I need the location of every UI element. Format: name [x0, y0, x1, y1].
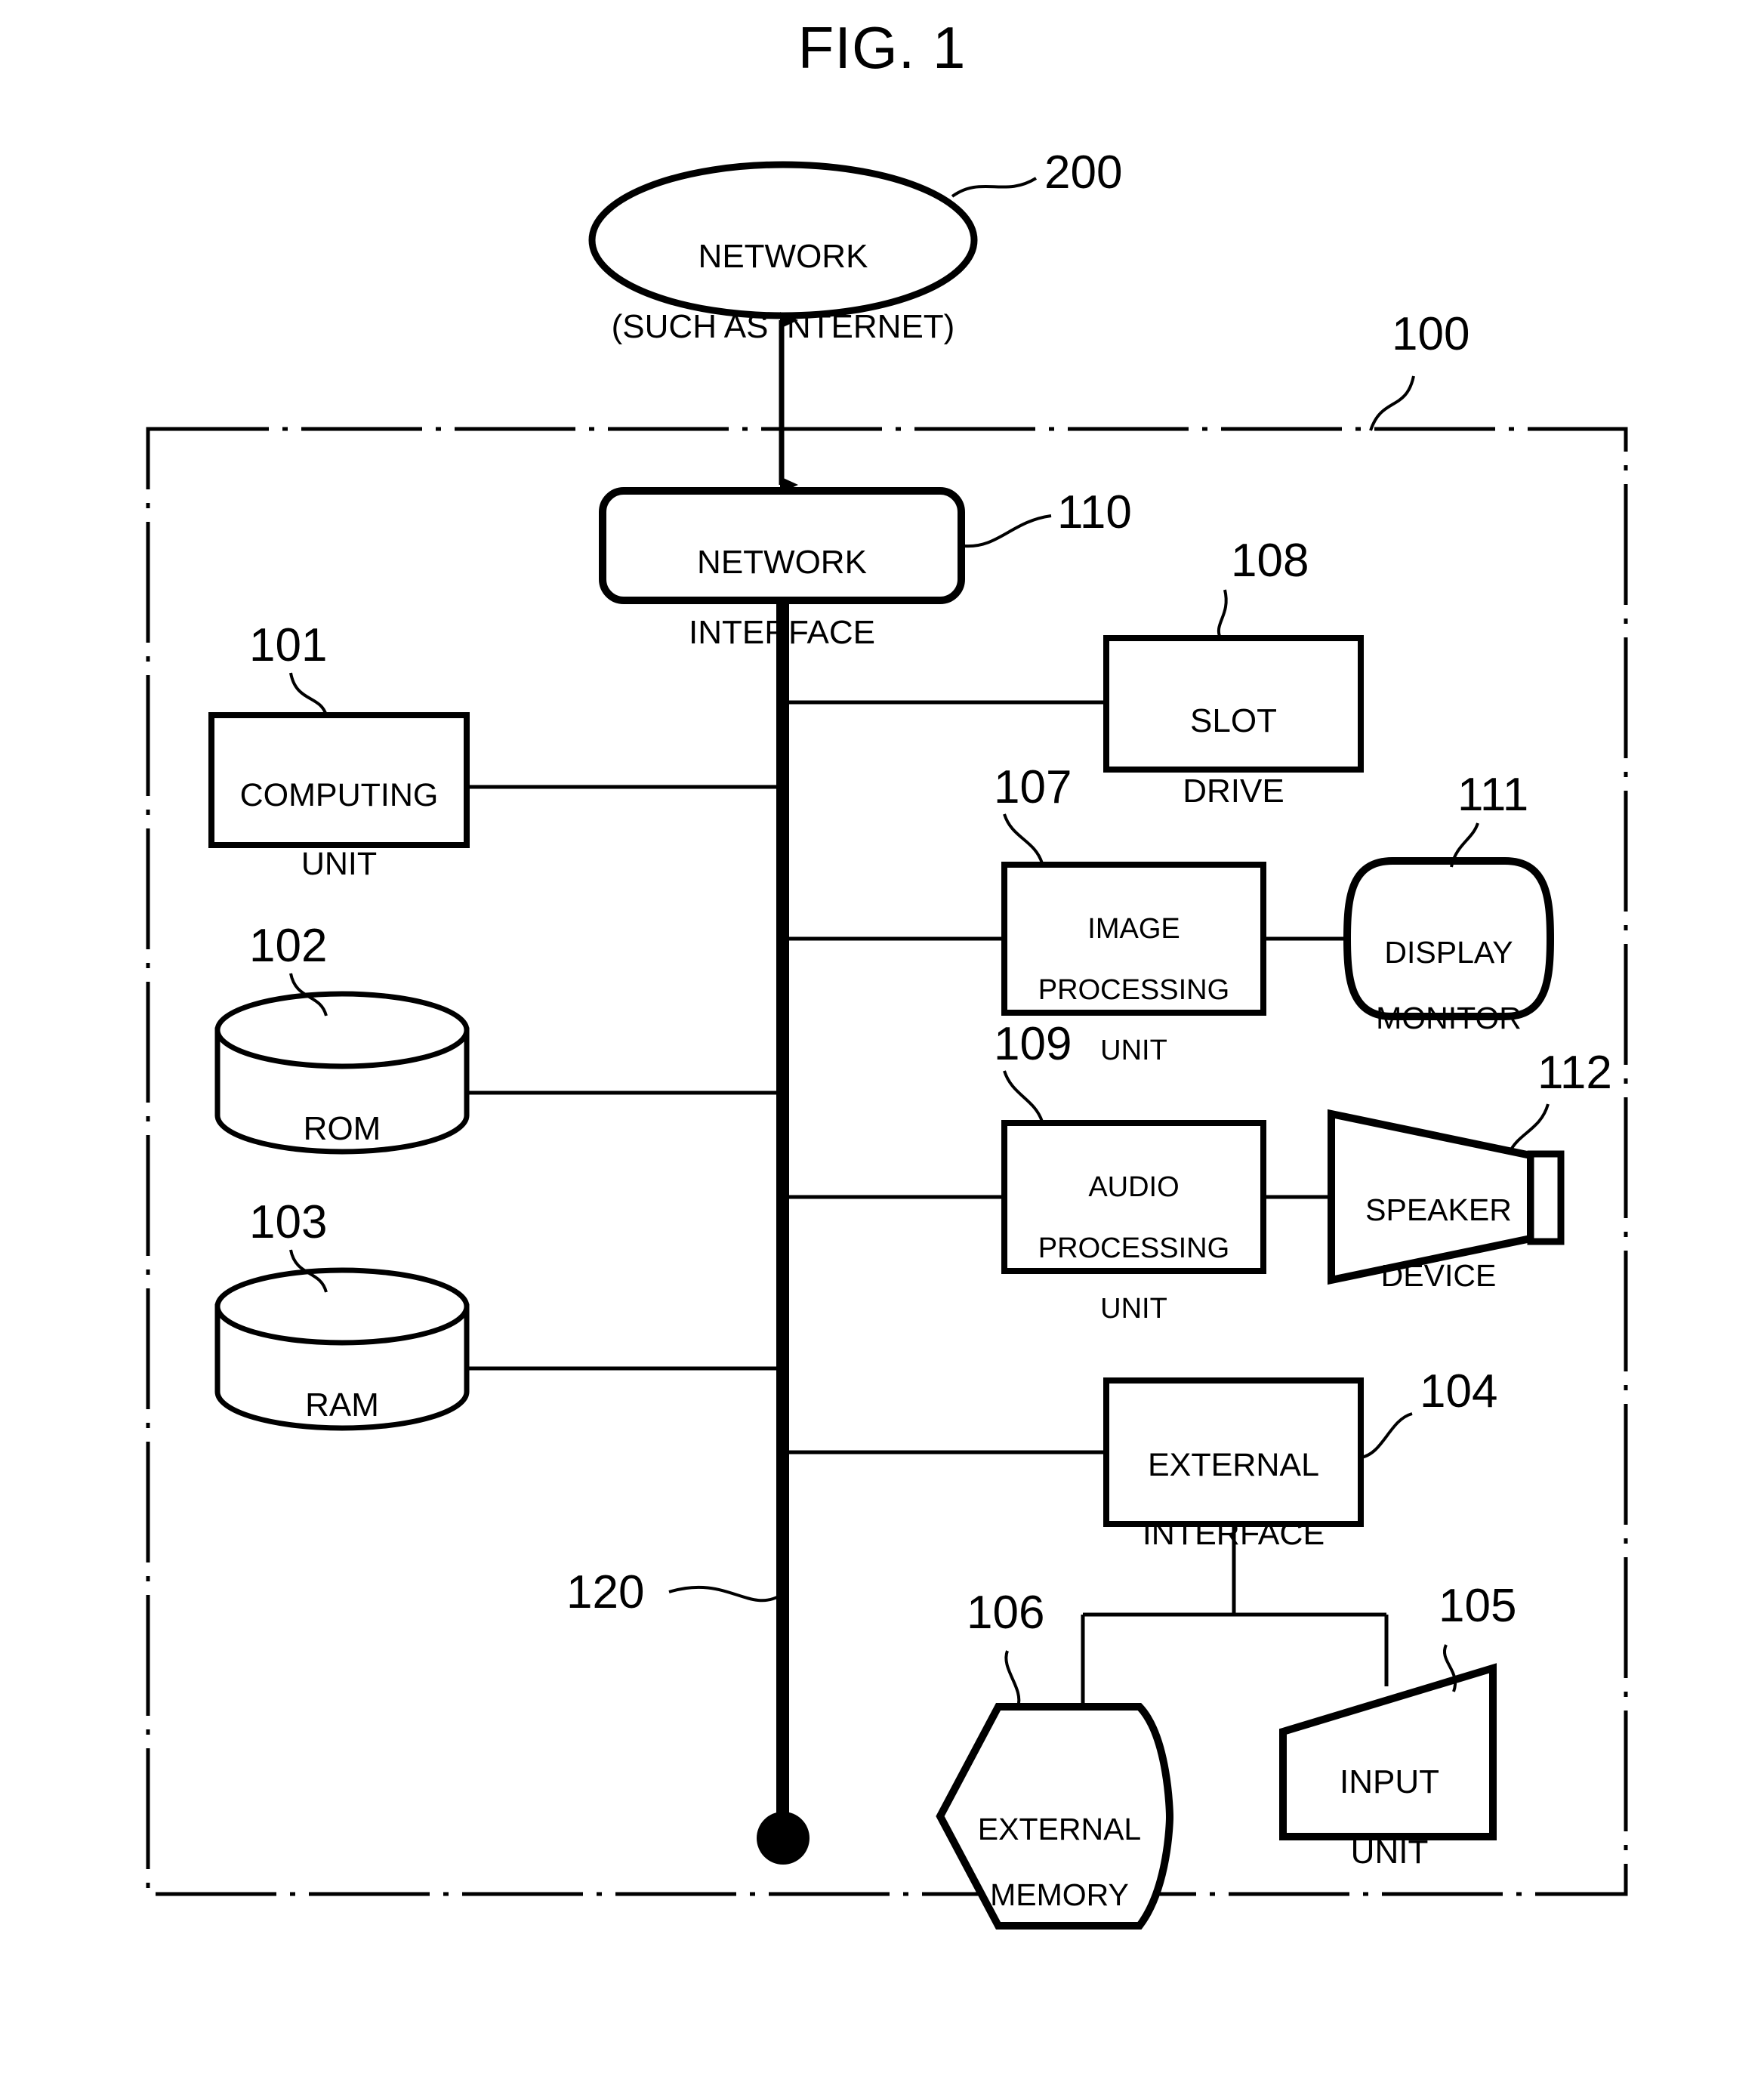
leader-120 — [668, 1585, 779, 1603]
ram-cylinder-top — [214, 1267, 470, 1346]
display-monitor-label-line2: MONITOR — [1376, 1001, 1522, 1036]
network-label: NETWORK (SUCH AS INTERNET) — [592, 204, 974, 345]
ref-105: 105 — [1439, 1580, 1517, 1632]
rom-cylinder-top — [214, 991, 470, 1069]
ram-label-text: RAM — [305, 1386, 379, 1424]
network-label-line1: NETWORK — [698, 237, 868, 275]
image-processing-unit-label-line2: PROCESSING — [1038, 973, 1230, 1006]
leader-109 — [1003, 1070, 1044, 1122]
rom-label-text: ROM — [303, 1109, 381, 1147]
network-label-line2: (SUCH AS INTERNET) — [611, 307, 955, 345]
audio-processing-unit-label: AUDIO PROCESSING UNIT — [1004, 1142, 1263, 1325]
external-memory-label-line1: EXTERNAL — [977, 1812, 1142, 1847]
leader-200 — [951, 177, 1038, 198]
ref-101: 101 — [249, 619, 328, 671]
ref-108: 108 — [1231, 535, 1309, 587]
audio-processing-unit-label-line3: UNIT — [1100, 1293, 1167, 1325]
leader-106 — [1004, 1650, 1021, 1707]
leader-108 — [1217, 589, 1228, 639]
ref-110: 110 — [1057, 486, 1132, 538]
ref-112: 112 — [1537, 1047, 1612, 1099]
ref-103: 103 — [249, 1196, 328, 1248]
ref-102: 102 — [249, 920, 328, 972]
leader-110 — [964, 514, 1052, 548]
leader-107 — [1003, 813, 1044, 864]
network-interface-label-line1: NETWORK — [697, 543, 867, 581]
computing-unit-label-line2: UNIT — [301, 845, 378, 882]
display-monitor-label: DISPLAY MONITOR — [1347, 904, 1550, 1035]
slot-drive-label: SLOT DRIVE — [1106, 668, 1361, 810]
speaker-device-label: SPEAKER DEVICE — [1340, 1161, 1537, 1293]
system-bus — [776, 597, 789, 1836]
bus-terminator-dot — [757, 1812, 810, 1865]
external-memory-label: EXTERNAL MEMORY — [946, 1781, 1173, 1912]
display-monitor-label-line1: DISPLAY — [1384, 935, 1513, 970]
ref-109: 109 — [994, 1018, 1072, 1070]
rom-label: ROM — [217, 1076, 467, 1146]
ref-104: 104 — [1420, 1365, 1498, 1417]
ref-107: 107 — [994, 761, 1072, 813]
ram-label: RAM — [217, 1353, 467, 1423]
external-interface-label: EXTERNAL INTERFACE — [1102, 1414, 1365, 1551]
ref-106: 106 — [967, 1587, 1045, 1639]
computing-unit-label: COMPUTING UNIT — [211, 744, 467, 881]
speaker-device-label-line1: SPEAKER — [1365, 1192, 1512, 1228]
slot-drive-label-line1: SLOT — [1190, 702, 1277, 739]
external-memory-label-line2: MEMORY — [990, 1877, 1129, 1913]
ref-120: 120 — [566, 1566, 645, 1618]
leader-100 — [1369, 375, 1415, 431]
slot-drive-label-line2: DRIVE — [1183, 772, 1284, 810]
ref-100: 100 — [1392, 308, 1470, 360]
figure-canvas: FIG. 1 NETWORK (SUCH AS INTERNET) 200 10… — [0, 0, 1764, 2073]
computing-unit-label-line1: COMPUTING — [239, 776, 439, 813]
external-interface-label-line1: EXTERNAL — [1147, 1446, 1319, 1483]
audio-processing-unit-label-line1: AUDIO — [1088, 1171, 1180, 1204]
ref-200: 200 — [1044, 147, 1123, 199]
ref-111: 111 — [1457, 769, 1529, 821]
input-unit-label: INPUT UNIT — [1288, 1729, 1491, 1871]
speaker-device-label-line2: DEVICE — [1380, 1258, 1497, 1294]
network-interface-label: NETWORK INTERFACE — [603, 510, 961, 651]
leader-101 — [289, 672, 328, 716]
network-interface-label-line2: INTERFACE — [689, 613, 875, 651]
image-processing-unit-label-line1: IMAGE — [1087, 913, 1180, 945]
input-unit-label-line2: UNIT — [1350, 1833, 1429, 1871]
input-unit-label-line1: INPUT — [1340, 1763, 1439, 1800]
image-processing-unit-label-line3: UNIT — [1100, 1035, 1167, 1067]
leader-104 — [1360, 1412, 1413, 1459]
external-interface-label-line2: INTERFACE — [1142, 1515, 1325, 1552]
audio-processing-unit-label-line2: PROCESSING — [1038, 1232, 1230, 1264]
leader-112 — [1507, 1103, 1550, 1155]
